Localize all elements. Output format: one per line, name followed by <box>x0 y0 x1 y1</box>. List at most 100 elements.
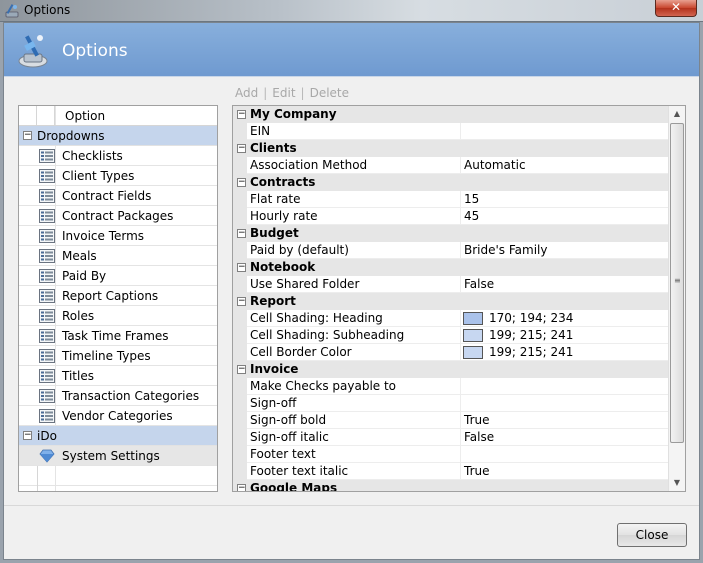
property-grid[interactable]: − My Company EIN − Clients Association Method… <box>232 105 686 492</box>
collapse-toggle-icon[interactable]: − <box>237 178 246 187</box>
property-row[interactable]: Make Checks payable to <box>233 378 669 395</box>
tree-item-label: Report Captions <box>62 289 159 303</box>
property-category[interactable]: − Clients <box>233 140 669 157</box>
color-swatch[interactable] <box>463 329 483 342</box>
property-row[interactable]: Sign-off italic False <box>233 429 669 446</box>
tree-item[interactable]: Roles <box>19 306 217 326</box>
tree-item[interactable]: Contract Fields <box>19 186 217 206</box>
property-value[interactable]: True <box>464 413 490 427</box>
collapse-toggle-icon[interactable]: − <box>237 110 246 119</box>
list-icon <box>39 149 55 163</box>
tree-item[interactable]: Task Time Frames <box>19 326 217 346</box>
collapse-toggle-icon[interactable]: − <box>237 365 246 374</box>
collapse-toggle-icon[interactable]: − <box>237 297 246 306</box>
tree-item[interactable]: Titles <box>19 366 217 386</box>
tree-group[interactable]: − Dropdowns <box>19 126 217 146</box>
property-row[interactable]: Footer text <box>233 446 669 463</box>
collapse-toggle-icon[interactable]: − <box>23 431 32 440</box>
property-value[interactable]: 15 <box>464 192 479 206</box>
tree-item-label: Client Types <box>62 169 135 183</box>
tree-item[interactable]: Report Captions <box>19 286 217 306</box>
property-rows: − My Company EIN − Clients Association Method… <box>233 106 669 492</box>
property-row[interactable]: Cell Shading: Heading 170; 194; 234 <box>233 310 669 327</box>
tree-item[interactable]: Paid By <box>19 266 217 286</box>
tree-item-label: Contract Packages <box>62 209 174 223</box>
property-value[interactable]: 199; 215; 241 <box>489 345 573 359</box>
property-category[interactable]: − Contracts <box>233 174 669 191</box>
list-icon <box>39 269 55 283</box>
list-icon <box>39 329 55 343</box>
category-label: Google Maps <box>250 481 338 492</box>
scroll-down-arrow-icon[interactable]: ▼ <box>669 475 685 491</box>
property-row[interactable]: Cell Border Color 199; 215; 241 <box>233 344 669 361</box>
category-label: Invoice <box>250 362 299 376</box>
property-row[interactable]: Sign-off bold True <box>233 412 669 429</box>
tree-item[interactable]: Timeline Types <box>19 346 217 366</box>
close-button[interactable]: Close <box>617 523 687 547</box>
tree-group[interactable]: − iDo <box>19 426 217 446</box>
scroll-thumb[interactable]: ≡ <box>670 123 684 443</box>
tree-item[interactable]: Invoice Terms <box>19 226 217 246</box>
property-category[interactable]: − Invoice <box>233 361 669 378</box>
collapse-toggle-icon[interactable]: − <box>237 484 246 491</box>
property-value[interactable]: Automatic <box>464 158 526 172</box>
property-value[interactable]: Bride's Family <box>464 243 547 257</box>
dialog-title: Options <box>62 41 128 61</box>
property-row[interactable]: Paid by (default) Bride's Family <box>233 242 669 259</box>
property-row[interactable]: EIN <box>233 123 669 140</box>
tree-item[interactable]: Transaction Categories <box>19 386 217 406</box>
property-value[interactable]: 45 <box>464 209 479 223</box>
property-grid-scrollbar[interactable]: ▲ ≡ ▼ <box>668 106 685 491</box>
property-name: Make Checks payable to <box>250 379 397 393</box>
tree-body: − Dropdowns Checklists Client Types Contract… <box>19 126 217 491</box>
property-name: Cell Shading: Heading <box>250 311 383 325</box>
tree-item-label: Vendor Categories <box>62 409 173 423</box>
color-swatch[interactable] <box>463 346 483 359</box>
tree-item-label: Contract Fields <box>62 189 152 203</box>
list-icon <box>39 209 55 223</box>
tree-item-label: Timeline Types <box>62 349 151 363</box>
tree-item[interactable]: Meals <box>19 246 217 266</box>
scroll-up-arrow-icon[interactable]: ▲ <box>669 106 685 122</box>
edit-button[interactable]: Edit <box>272 86 295 100</box>
property-category[interactable]: − Notebook <box>233 259 669 276</box>
category-label: My Company <box>250 107 337 121</box>
category-label: Budget <box>250 226 299 240</box>
tree-item[interactable]: System Settings <box>19 446 217 466</box>
property-name: Sign-off bold <box>250 413 327 427</box>
collapse-toggle-icon[interactable]: − <box>237 263 246 272</box>
add-button[interactable]: Add <box>235 86 258 100</box>
delete-button[interactable]: Delete <box>310 86 349 100</box>
tree-item[interactable]: Checklists <box>19 146 217 166</box>
window-close-button[interactable]: ✕ <box>655 0 697 17</box>
property-row[interactable]: Footer text italic True <box>233 463 669 480</box>
property-row[interactable]: Use Shared Folder False <box>233 276 669 293</box>
property-value[interactable]: 170; 194; 234 <box>489 311 573 325</box>
options-dialog: Options Add | Edit | Delete Option − Dropdown… <box>3 22 700 560</box>
property-row[interactable]: Flat rate 15 <box>233 191 669 208</box>
property-row[interactable]: Sign-off <box>233 395 669 412</box>
property-category[interactable]: − Report <box>233 293 669 310</box>
property-value[interactable]: True <box>464 464 490 478</box>
property-value[interactable]: False <box>464 277 494 291</box>
property-row[interactable]: Hourly rate 45 <box>233 208 669 225</box>
property-value[interactable]: 199; 215; 241 <box>489 328 573 342</box>
color-swatch[interactable] <box>463 312 483 325</box>
property-category[interactable]: − My Company <box>233 106 669 123</box>
collapse-toggle-icon[interactable]: − <box>237 144 246 153</box>
property-row[interactable]: Cell Shading: Subheading 199; 215; 241 <box>233 327 669 344</box>
tree-group-label: Dropdowns <box>37 129 105 143</box>
property-row[interactable]: Association Method Automatic <box>233 157 669 174</box>
category-label: Report <box>250 294 296 308</box>
collapse-toggle-icon[interactable]: − <box>237 229 246 238</box>
tree-item[interactable]: Client Types <box>19 166 217 186</box>
collapse-toggle-icon[interactable]: − <box>23 131 32 140</box>
property-category[interactable]: − Budget <box>233 225 669 242</box>
tree-item[interactable]: Vendor Categories <box>19 406 217 426</box>
property-value[interactable]: False <box>464 430 494 444</box>
tree-column-header: Option <box>19 106 217 126</box>
property-category[interactable]: − Google Maps <box>233 480 669 492</box>
tree-item-label: Roles <box>62 309 95 323</box>
tree-item[interactable]: Contract Packages <box>19 206 217 226</box>
options-tree[interactable]: Option − Dropdowns Checklists Client Types C… <box>18 105 218 492</box>
